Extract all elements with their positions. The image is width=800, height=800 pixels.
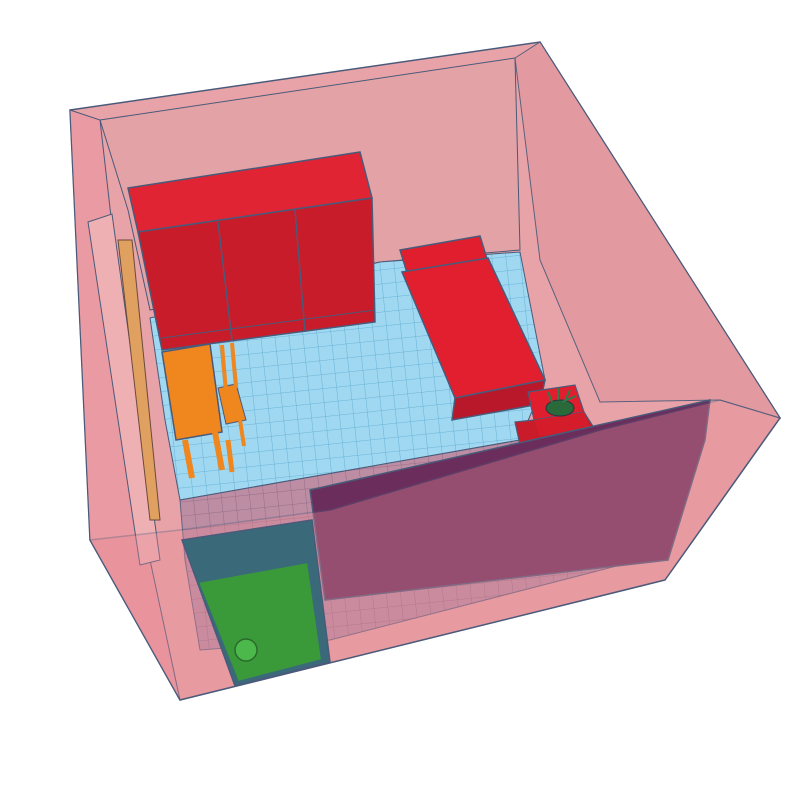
scene-canvas: [69, 41, 782, 701]
3d-room-scene: [0, 0, 800, 800]
door-knob: [234, 638, 258, 662]
wardrobe: [127, 151, 376, 351]
